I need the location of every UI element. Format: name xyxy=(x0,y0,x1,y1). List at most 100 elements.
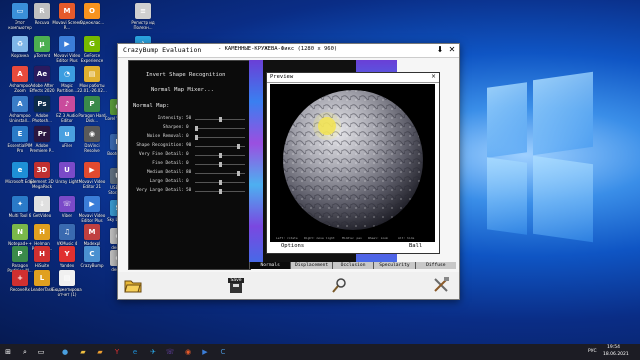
app-icon: + xyxy=(12,270,28,286)
save-button[interactable]: Save xyxy=(226,275,246,295)
slider-label: Shape Recognition: xyxy=(136,143,184,148)
slider-value: 0 xyxy=(186,134,189,139)
app-icon: ☏ xyxy=(59,196,75,212)
app-icon: Pr xyxy=(34,126,50,142)
desktop-icon-label: GeForce Experience xyxy=(80,53,104,63)
task-view-icon[interactable]: ▭ xyxy=(36,347,46,357)
preview-canvas[interactable]: Left: rotate Right: move light Middle: p… xyxy=(270,84,435,242)
slider-handle[interactable] xyxy=(237,144,241,149)
preview-title: Preview xyxy=(270,74,294,80)
slider-value: 0 xyxy=(186,161,189,166)
app-icon: ▤ xyxy=(84,66,100,82)
slider-row: Large Detail: 0 xyxy=(129,179,250,187)
tab-occlusion[interactable]: Occlusion xyxy=(331,262,374,269)
slider-value: 0 xyxy=(186,152,189,157)
tray-time[interactable]: 19:54 xyxy=(607,345,620,350)
app-icon: H xyxy=(34,246,50,262)
taskbar-app-icon[interactable]: e xyxy=(130,347,140,357)
taskbar-app-icon[interactable]: ▶ xyxy=(200,347,210,357)
slider-row: Very Fine Detail: 0 xyxy=(129,152,250,160)
slider-row: Shape Recognition: 90 xyxy=(129,143,250,151)
close-icon[interactable]: ✕ xyxy=(447,45,457,55)
app-icon: Ae xyxy=(34,66,50,82)
app-icon: ▶ xyxy=(84,196,100,212)
options-button[interactable]: Options xyxy=(281,243,304,249)
desktop-icon-label: Recuva xyxy=(34,20,50,25)
taskbar-app-icon[interactable]: ● xyxy=(60,347,70,357)
invert-shape-button[interactable]: Invert Shape Recognition xyxy=(146,72,225,78)
preview-close-icon[interactable]: × xyxy=(431,73,436,80)
desktop-icon[interactable]: ▤ Мои работы 22.01.-26.02... xyxy=(77,66,107,93)
wallpaper-pane xyxy=(533,155,593,243)
slider-track[interactable] xyxy=(195,128,245,129)
app-icon: ≡ xyxy=(135,3,151,19)
taskbar-app-icon[interactable]: ✈ xyxy=(148,347,158,357)
taskbar-app-icon[interactable]: ◉ xyxy=(183,347,193,357)
desktop-icon[interactable]: G GeForce Experience xyxy=(77,36,107,63)
desktop-icon-label: uFiler xyxy=(61,143,73,148)
slider-row: Medium Detail: 80 xyxy=(129,170,250,178)
slider-handle[interactable] xyxy=(195,135,198,140)
slider-handle[interactable] xyxy=(195,126,198,131)
magnifier-icon[interactable] xyxy=(330,275,350,295)
taskbar-app-icon[interactable]: C xyxy=(218,347,228,357)
desktop-icon-label: Yandex xyxy=(59,263,75,268)
slider-handle[interactable] xyxy=(237,171,241,176)
slider-handle[interactable] xyxy=(218,162,222,167)
app-icon: C xyxy=(84,246,100,262)
tab-normals[interactable]: Normals xyxy=(249,262,291,269)
taskbar-app-icon[interactable]: ▰ xyxy=(95,347,105,357)
taskbar: ⊞ ⌕ ▭ ● ▰ ▰ Y e ✈ ☏ ◉ ▶ C РУС 19:54 18.0… xyxy=(0,344,640,360)
desktop-icon-label: LeaderTask xyxy=(30,287,54,292)
open-folder-icon[interactable] xyxy=(123,275,143,295)
download-icon[interactable]: ⬇ xyxy=(435,45,445,55)
app-icon: u xyxy=(59,126,75,142)
slider-label: Very Fine Detail: xyxy=(139,152,184,157)
taskbar-app-icon[interactable]: ▰ xyxy=(78,347,88,357)
slider-label: Medium Detail: xyxy=(146,170,184,175)
tools-icon[interactable] xyxy=(431,275,451,295)
desktop-icon-label: HiSuite xyxy=(34,263,50,268)
preview-titlebar[interactable]: Preview × xyxy=(267,73,439,83)
slider-label: Very Large Detail: xyxy=(136,188,184,193)
app-icon: ▶ xyxy=(59,36,75,52)
tab-displacement[interactable]: Displacement xyxy=(290,262,332,269)
slider-value: 90 xyxy=(186,143,192,148)
preview-hint: Alt: hide xyxy=(398,236,415,240)
tab-specularity[interactable]: Specularity xyxy=(373,262,415,269)
tray-date[interactable]: 18.06.2021 xyxy=(603,352,629,357)
start-icon[interactable]: ⊞ xyxy=(3,347,13,357)
normal-map-mixer-button[interactable]: Normal Map Mixer... xyxy=(151,87,214,93)
slider-handle[interactable] xyxy=(218,117,222,122)
map-tabs: Normals Displacement Occlusion Speculari… xyxy=(249,262,457,269)
tab-diffuse[interactable]: Diffuse xyxy=(414,262,457,269)
tray-language[interactable]: РУС xyxy=(588,349,597,354)
title-bar[interactable]: CrazyBump Evaluation - КАМЕННЫЕ-КРУЖЕВА-… xyxy=(118,44,459,58)
slider-row: Intensity: 50 xyxy=(129,116,250,124)
slider-handle[interactable] xyxy=(218,189,222,194)
app-icon: ▭ xyxy=(12,3,28,19)
desktop-icon[interactable]: ▤Бюджетирование отчет (1) xyxy=(52,270,82,297)
slider-track[interactable] xyxy=(195,137,245,138)
app-icon: N xyxy=(12,224,28,240)
slider-label: Noise Removal: xyxy=(146,134,184,139)
app-icon: ◔ xyxy=(59,66,75,82)
search-icon[interactable]: ⌕ xyxy=(20,347,30,357)
app-icon: 3D xyxy=(34,162,50,178)
slider-handle[interactable] xyxy=(218,180,222,185)
app-icon: A xyxy=(12,66,28,82)
preview-hint: Wheel: zoom xyxy=(368,236,388,240)
app-icon: ↓ xyxy=(34,196,50,212)
preview-options-row: Options Ball xyxy=(267,242,439,252)
desktop-icon-label: µTorrent xyxy=(33,53,51,58)
preview-window: Preview × Left: rotate Right: move light… xyxy=(266,72,440,254)
desktop-icon-label: Мои работы 22.01.-26.02... xyxy=(77,83,107,93)
desktop-icon[interactable]: ≡ Регистр ид Полезн... xyxy=(128,3,158,30)
taskbar-app-icon[interactable]: ☏ xyxy=(165,347,175,357)
app-icon: M xyxy=(59,3,75,19)
slider-handle[interactable] xyxy=(218,153,222,158)
ball-button[interactable]: Ball xyxy=(409,243,422,249)
app-icon: Ps xyxy=(34,96,50,112)
taskbar-app-icon[interactable]: Y xyxy=(112,347,122,357)
desktop-icon[interactable]: О Одноклас... xyxy=(77,3,107,25)
